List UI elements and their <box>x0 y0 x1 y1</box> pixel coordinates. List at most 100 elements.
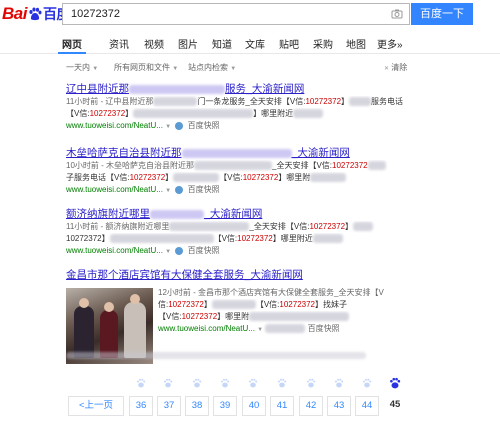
paw-icon <box>220 378 230 388</box>
paw-icon <box>334 378 344 388</box>
tab-more[interactable]: 更多» <box>377 36 403 51</box>
result-snippet: 10272372】 【V信:10272372】哪里附近 <box>66 233 426 245</box>
page-link[interactable]: 37 <box>157 396 181 416</box>
blurred-text <box>150 209 204 219</box>
snippet-text: 12小时前 - 金昌市那个酒店宾馆有大保健全套服务_全天安排【V <box>158 288 384 297</box>
filter-site[interactable]: 站点内检索 ▼ <box>188 62 236 73</box>
highlight-text: 10272372 <box>309 222 346 231</box>
paw-current-icon <box>389 377 401 389</box>
snippet-text: 】 <box>203 300 212 309</box>
highlight-text: 10272372 <box>129 173 166 182</box>
result-snippet: 11小时前 - 额济纳旗附近哪里 _全天安排【V信:10272372】 <box>66 221 426 233</box>
snippet-text: 】 <box>341 97 350 106</box>
snippet-text: 子服务电话【V信: <box>66 173 130 182</box>
snapshot-link[interactable]: 百度快照 <box>308 324 340 333</box>
snippet-text: 】 <box>165 173 174 182</box>
verified-icon <box>175 246 184 255</box>
snippet-text: 】哪里附近 <box>253 109 294 118</box>
search-input[interactable] <box>63 4 381 24</box>
paw-icon <box>362 378 372 388</box>
camera-icon[interactable] <box>391 8 403 20</box>
tab-web[interactable]: 网页 <box>62 36 82 51</box>
blurred-line <box>66 350 386 360</box>
filter-time[interactable]: 一天内 ▼ <box>66 62 98 73</box>
chevron-down-icon: ▼ <box>165 124 172 130</box>
tab-images[interactable]: 图片 <box>178 36 198 51</box>
result-title-link[interactable]: 金昌市那个酒店宾馆有大保健全套服务_大渝新闻网 <box>66 268 426 282</box>
highlight-text: 10272372 <box>279 300 315 309</box>
url-text: www.tuoweisi.com/NeatU... <box>66 246 163 255</box>
tab-purchase[interactable]: 采购 <box>313 36 333 51</box>
paw-icon <box>248 378 258 388</box>
filter-type[interactable]: 所有网页和文件 ▼ <box>114 62 178 73</box>
active-tab-indicator <box>58 52 86 54</box>
filter-time-label: 一天内 <box>66 63 90 72</box>
filter-clear[interactable]: ✕ 清除 <box>384 62 407 73</box>
page-link[interactable]: 43 <box>327 396 351 416</box>
result-url[interactable]: www.tuoweisi.com/NeatU... ▼ 百度快照 <box>158 323 428 335</box>
chevron-down-icon: ▼ <box>257 327 264 333</box>
search-tabs: 网页 资讯 视频 图片 知道 文库 贴吧 采购 地图 更多» <box>0 32 500 54</box>
search-filters: 一天内 ▼ 所有网页和文件 ▼ 站点内检索 ▼ ✕ 清除 <box>0 62 500 76</box>
search-result: 辽中县附近那 服务_大渝新闻网 11小时前 - 辽中县附近那 门一条龙服务_全天安排… <box>66 82 426 132</box>
result-url[interactable]: www.tuoweisi.com/NeatU... ▼ 百度快照 <box>66 184 426 196</box>
search-button[interactable]: 百度一下 <box>411 3 473 25</box>
snapshot-link[interactable]: 百度快照 <box>188 185 220 194</box>
tab-map[interactable]: 地图 <box>346 36 366 51</box>
title-part: 辽中县附近那 <box>66 83 129 95</box>
snapshot-link[interactable]: 百度快照 <box>188 121 220 130</box>
highlight-text: 10272372 <box>89 109 126 118</box>
figure-shape <box>79 298 89 308</box>
paw-icon <box>277 378 287 388</box>
snippet-text: 】哪里附 <box>278 173 311 182</box>
snippet-text: 【V信: <box>158 312 182 321</box>
snapshot-link[interactable]: 百度快照 <box>188 246 220 255</box>
paw-icon <box>136 378 146 388</box>
pagination-paws <box>0 377 500 392</box>
baidu-logo[interactable]: Bai 百度 <box>2 4 70 24</box>
result-snippet: 子服务电话【V信:10272372】 【V信:10272372】哪里附 <box>66 172 426 184</box>
result-snippet: 【V信:10272372】 】哪里附近 <box>66 108 426 120</box>
result-title-link[interactable]: 辽中县附近那 服务_大渝新闻网 <box>66 82 426 96</box>
pagination: <上一页 36 37 38 39 40 41 42 43 44 45 <box>0 396 500 418</box>
title-part: _大渝新闻网 <box>291 147 350 159</box>
page-link[interactable]: 40 <box>242 396 266 416</box>
tab-zhidao[interactable]: 知道 <box>212 36 232 51</box>
blurred-text <box>349 97 372 107</box>
prev-page-button[interactable]: <上一页 <box>68 396 124 416</box>
page-link[interactable]: 44 <box>355 396 379 416</box>
page-link[interactable]: 39 <box>213 396 237 416</box>
result-snippet: 11小时前 - 辽中县附近那 门一条龙服务_全天安排【V信:10272372】 服务… <box>66 96 426 108</box>
result-url[interactable]: www.tuoweisi.com/NeatU... ▼ 百度快照 <box>66 120 426 132</box>
tab-tieba[interactable]: 贴吧 <box>279 36 299 51</box>
snippet-text: 信: <box>158 300 169 309</box>
logo-text-bai: Bai <box>2 4 27 23</box>
tab-news[interactable]: 资讯 <box>109 36 129 51</box>
title-part: _大渝新闻网 <box>204 208 263 220</box>
snippet-text: 】哪里附 <box>217 312 250 321</box>
blurred-text <box>133 109 254 119</box>
page-link[interactable]: 41 <box>270 396 294 416</box>
blurred-text <box>129 84 225 94</box>
blurred-text <box>353 222 374 232</box>
result-title-link[interactable]: 木垒哈萨克自治县附近那 _大渝新闻网 <box>66 146 426 160</box>
page-link[interactable]: 36 <box>129 396 153 416</box>
tab-video[interactable]: 视频 <box>144 36 164 51</box>
page-link[interactable]: 38 <box>185 396 209 416</box>
figure-shape <box>130 294 140 304</box>
chevron-down-icon: ▼ <box>165 188 172 194</box>
blurred-text <box>367 161 386 171</box>
highlight-text: 10272372 <box>242 173 279 182</box>
search-result: 木垒哈萨克自治县附近那 _大渝新闻网 10小时前 - 木垒哈萨克自治县附近那 _全天… <box>66 146 426 196</box>
page-link[interactable]: 42 <box>299 396 323 416</box>
result-snippet: 信:10272372】 【V信:10272372】找妹子 <box>158 299 428 311</box>
result-snippet: 10小时前 - 木垒哈萨克自治县附近那 _全天安排【V信:10272372 <box>66 160 426 172</box>
title-part: 额济纳旗附近哪里 <box>66 208 150 220</box>
search-result: 金昌市那个酒店宾馆有大保健全套服务_大渝新闻网 <box>66 268 426 282</box>
blurred-text <box>109 234 214 244</box>
result-url[interactable]: www.tuoweisi.com/NeatU... ▼ 百度快照 <box>66 245 426 257</box>
chevron-down-icon: ▼ <box>165 249 172 255</box>
highlight-text: 10272372 <box>305 97 342 106</box>
tab-wenku[interactable]: 文库 <box>245 36 265 51</box>
result-title-link[interactable]: 额济纳旗附近哪里 _大渝新闻网 <box>66 207 426 221</box>
